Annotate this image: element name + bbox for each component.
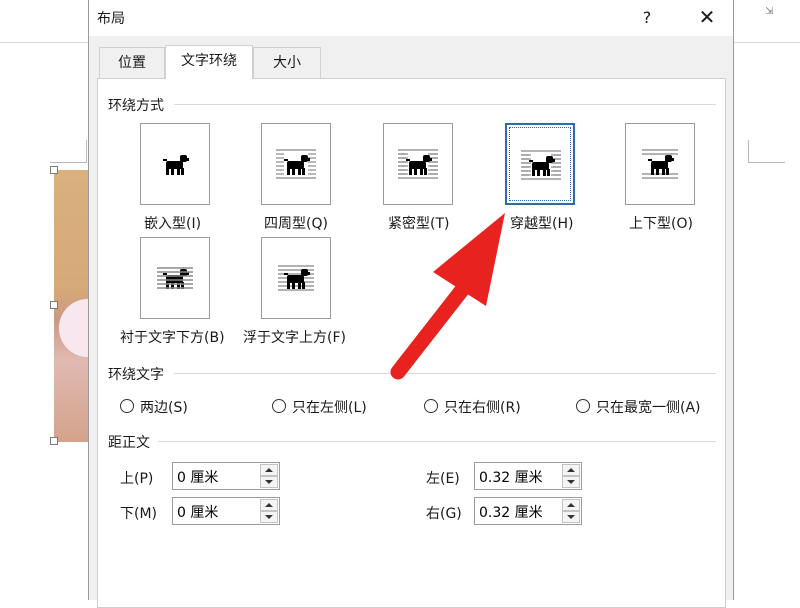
tab-panel: 环绕方式 嵌入型(I) 四周型(Q) 紧密型(T) 穿越型(H) 上下型(O) … — [97, 78, 726, 608]
radio-both-sides[interactable]: 两边(S) — [120, 397, 188, 417]
dog-silhouette-icon — [163, 155, 189, 175]
tab-size[interactable]: 大小 — [253, 47, 321, 78]
margin-corner-mark — [748, 140, 785, 163]
distance-right-input[interactable] — [475, 498, 565, 526]
distance-top-spinner[interactable] — [172, 462, 280, 491]
wrap-style-heading: 环绕方式 — [108, 98, 164, 114]
radio-largest-only[interactable]: 只在最宽一侧(A) — [576, 397, 701, 417]
wrap-preview-graphic — [163, 155, 189, 175]
photo-product-label — [54, 294, 88, 362]
wrap-option-top-bottom[interactable] — [625, 123, 695, 205]
radio-label: 只在右侧(R) — [444, 400, 521, 416]
distance-bottom-spinner[interactable] — [172, 497, 280, 526]
radio-right-only[interactable]: 只在右侧(R) — [424, 397, 521, 417]
section-divider — [174, 104, 716, 105]
radio-button[interactable] — [120, 399, 134, 413]
distance-bottom-input[interactable] — [173, 498, 263, 526]
wrap-option-inline[interactable] — [140, 123, 210, 205]
decrement-button[interactable] — [260, 511, 278, 523]
close-button[interactable]: ✕ — [693, 6, 721, 30]
distance-top-label: 上(P) — [120, 471, 154, 487]
distance-left-spinner[interactable] — [474, 462, 582, 491]
radio-button[interactable] — [424, 399, 438, 413]
resize-handle[interactable] — [50, 437, 58, 445]
decrement-button[interactable] — [562, 476, 580, 488]
wrap-label-inline[interactable]: 嵌入型(I) — [144, 213, 201, 233]
wrap-label-in-front-of-text[interactable]: 浮于文字上方(F) — [243, 327, 346, 347]
wrap-preview-graphic — [276, 149, 316, 179]
tab-position[interactable]: 位置 — [99, 47, 165, 78]
distance-top-input[interactable] — [173, 463, 263, 491]
dog-silhouette-icon — [648, 155, 674, 175]
dog-silhouette-icon — [406, 155, 432, 175]
distance-left-input[interactable] — [475, 463, 565, 491]
wrap-preview-graphic — [521, 150, 561, 180]
ruler-line — [0, 42, 88, 43]
increment-button[interactable] — [562, 499, 580, 511]
wrap-label-behind-text[interactable]: 衬于文字下方(B) — [120, 327, 225, 347]
wrap-preview-graphic — [157, 267, 193, 289]
resize-handle[interactable] — [50, 166, 58, 174]
wrap-option-behind-text[interactable] — [140, 237, 210, 319]
wrap-text-heading: 环绕文字 — [108, 367, 164, 383]
tab-text-wrapping[interactable]: 文字环绕 — [165, 45, 253, 79]
wrap-label-tight[interactable]: 紧密型(T) — [388, 213, 449, 233]
radio-left-only[interactable]: 只在左侧(L) — [272, 397, 367, 417]
wrap-preview-graphic — [398, 149, 438, 179]
increment-button[interactable] — [260, 464, 278, 476]
radio-label: 只在最宽一侧(A) — [596, 400, 701, 416]
wrap-preview-graphic — [278, 265, 314, 291]
wrap-preview-graphic — [642, 149, 678, 179]
decrement-button[interactable] — [562, 511, 580, 523]
distance-right-spinner[interactable] — [474, 497, 582, 526]
increment-button[interactable] — [562, 464, 580, 476]
wrap-option-tight[interactable] — [383, 123, 453, 205]
wrap-option-square[interactable] — [261, 123, 331, 205]
distance-right-label: 右(G) — [426, 506, 462, 522]
layout-dialog: 布局 ? ✕ 位置 文字环绕 大小 环绕方式 嵌入型(I) 四周型(Q) 紧密型… — [88, 0, 734, 608]
dog-silhouette-icon — [284, 155, 310, 175]
decrement-button[interactable] — [260, 476, 278, 488]
radio-button[interactable] — [576, 399, 590, 413]
resize-handle[interactable] — [50, 301, 58, 309]
increment-button[interactable] — [260, 499, 278, 511]
section-divider — [174, 373, 716, 374]
distance-heading: 距正文 — [108, 435, 150, 451]
expand-icon[interactable]: ⇲ — [765, 6, 773, 17]
dialog-titlebar: 布局 ? ✕ — [89, 0, 733, 36]
ruler-line — [734, 42, 800, 43]
help-button[interactable]: ? — [633, 6, 661, 30]
wrap-label-top-bottom[interactable]: 上下型(O) — [629, 213, 693, 233]
wrap-label-square[interactable]: 四周型(Q) — [264, 213, 328, 233]
dialog-title: 布局 — [97, 11, 125, 27]
wrap-option-in-front-of-text[interactable] — [261, 237, 331, 319]
radio-label: 只在左侧(L) — [292, 400, 367, 416]
wrap-label-through[interactable]: 穿越型(H) — [510, 213, 573, 233]
distance-left-label: 左(E) — [426, 471, 460, 487]
radio-label: 两边(S) — [140, 400, 188, 416]
dog-silhouette-icon — [529, 156, 555, 176]
margin-corner-mark — [50, 140, 87, 163]
distance-bottom-label: 下(M) — [120, 506, 158, 522]
radio-button[interactable] — [272, 399, 286, 413]
wrap-option-through[interactable] — [505, 123, 575, 205]
section-divider — [158, 441, 716, 442]
